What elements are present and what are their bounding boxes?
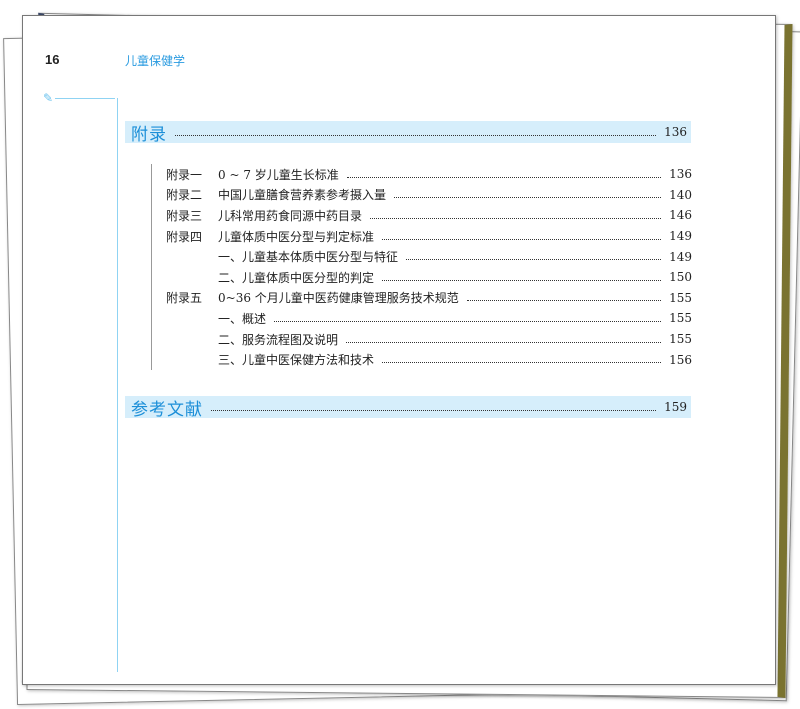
toc-entry[interactable]: 附录一 0 ~ 7 岁儿童生长标准 136 bbox=[152, 164, 692, 185]
leader-dots bbox=[175, 134, 657, 136]
entry-page: 155 bbox=[669, 311, 692, 326]
entry-title: 中国儿童膳食营养素参考摄入量 bbox=[218, 188, 387, 203]
entry-label: 附录二 bbox=[166, 188, 203, 203]
entry-label: 附录三 bbox=[166, 208, 203, 223]
entry-title: 二、服务流程图及说明 bbox=[218, 332, 339, 347]
section-page: 159 bbox=[664, 400, 687, 414]
entry-page: 150 bbox=[669, 270, 692, 285]
leader-dots bbox=[382, 362, 662, 364]
leader-dots bbox=[394, 197, 662, 199]
entry-title: 0 ~ 7 岁儿童生长标准 bbox=[218, 167, 339, 182]
entry-title: 儿童体质中医分型与判定标准 bbox=[218, 229, 375, 244]
toc-section-appendix[interactable]: 附录 136 bbox=[125, 121, 691, 145]
entry-title: 0~36 个月儿童中医药健康管理服务技术规范 bbox=[218, 291, 459, 306]
toc-subentry[interactable]: 二、服务流程图及说明 155 bbox=[152, 329, 692, 350]
divider bbox=[55, 98, 115, 99]
section-title: 附录 bbox=[131, 124, 167, 145]
running-title: 儿童保健学 bbox=[125, 54, 186, 68]
leader-dots bbox=[346, 176, 662, 178]
entry-page: 146 bbox=[669, 208, 692, 223]
entry-page: 136 bbox=[669, 167, 692, 182]
section-page: 136 bbox=[664, 125, 687, 139]
toc-entry[interactable]: 附录二 中国儿童膳食营养素参考摄入量 140 bbox=[152, 185, 692, 206]
leader-dots bbox=[466, 300, 662, 302]
leader-dots bbox=[370, 217, 662, 219]
leader-dots bbox=[211, 409, 657, 411]
paperclip-icon: ✎ bbox=[43, 91, 54, 105]
entry-title: 儿科常用药食同源中药目录 bbox=[218, 208, 363, 223]
toc-subentry[interactable]: 一、概述 155 bbox=[152, 308, 692, 329]
entry-page: 155 bbox=[669, 332, 692, 347]
entry-page: 155 bbox=[669, 290, 692, 305]
section-title: 参考文献 bbox=[131, 399, 203, 420]
toc-list: 附录一 0 ~ 7 岁儿童生长标准 136 附录二 中国儿童膳食营养素参考摄入量 140… bbox=[151, 164, 692, 370]
entry-page: 140 bbox=[669, 187, 692, 202]
entry-title: 一、概述 bbox=[218, 311, 267, 326]
leader-dots bbox=[382, 279, 662, 281]
entry-title: 三、儿童中医保健方法和技术 bbox=[218, 353, 375, 368]
leader-dots bbox=[406, 259, 662, 261]
entry-label: 附录一 bbox=[166, 167, 203, 182]
entry-label: 附录五 bbox=[166, 291, 203, 306]
page: 16 儿童保健学 ✎ 附录 136 附录一 0 ~ 7 岁儿童生长标准 136 附录… bbox=[22, 15, 776, 685]
leader-dots bbox=[346, 341, 662, 343]
toc-section-references[interactable]: 参考文献 159 bbox=[125, 396, 691, 420]
page-number: 16 bbox=[45, 52, 60, 67]
toc-subentry[interactable]: 三、儿童中医保健方法和技术 156 bbox=[152, 349, 692, 370]
toc-entry[interactable]: 附录三 儿科常用药食同源中药目录 146 bbox=[152, 205, 692, 226]
entry-page: 149 bbox=[669, 229, 692, 244]
divider bbox=[117, 98, 118, 672]
entry-title: 一、儿童基本体质中医分型与特征 bbox=[218, 250, 399, 265]
entry-title: 二、儿童体质中医分型的判定 bbox=[218, 270, 375, 285]
entry-label: 附录四 bbox=[166, 229, 203, 244]
leader-dots bbox=[382, 238, 662, 240]
entry-page: 156 bbox=[669, 352, 692, 367]
entry-page: 149 bbox=[669, 249, 692, 264]
toc-entry[interactable]: 附录五 0~36 个月儿童中医药健康管理服务技术规范 155 bbox=[152, 288, 692, 309]
toc-subentry[interactable]: 一、儿童基本体质中医分型与特征 149 bbox=[152, 246, 692, 267]
leader-dots bbox=[274, 320, 662, 322]
toc-entry[interactable]: 附录四 儿童体质中医分型与判定标准 149 bbox=[152, 226, 692, 247]
toc-subentry[interactable]: 二、儿童体质中医分型的判定 150 bbox=[152, 267, 692, 288]
